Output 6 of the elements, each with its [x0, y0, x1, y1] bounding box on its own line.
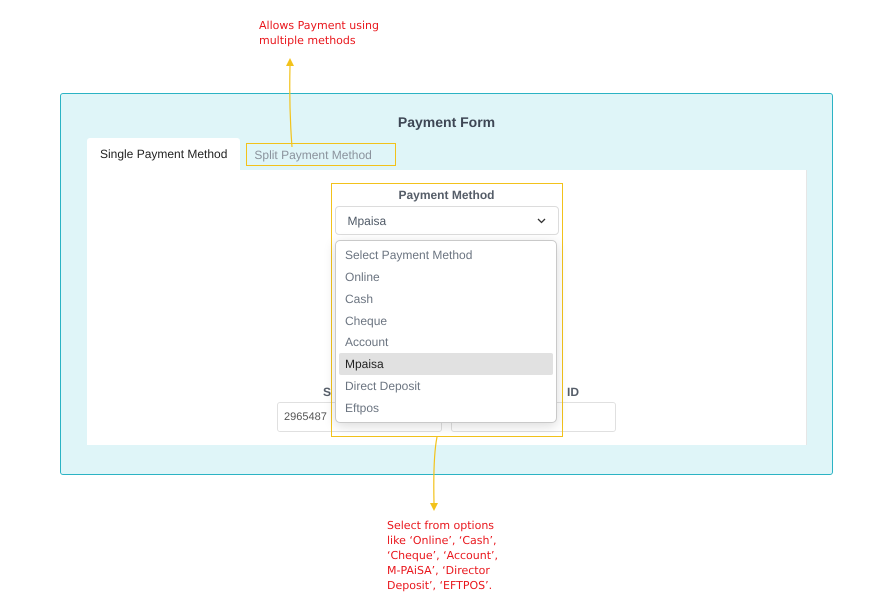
- field-label: Payment Method: [398, 188, 494, 202]
- annotation-text: Select from options like ‘Online’, ‘Cash’, ‘Cheque’, ‘Account’, M-PAiSA’, ‘Director Deposit’, ‘EFTPOS’.: [387, 518, 499, 593]
- annotation-text: Allows Payment using multiple methods: [259, 18, 380, 48]
- field-label: ID: [567, 385, 579, 400]
- field-label: S: [323, 385, 332, 400]
- form-title: Payment Form: [396, 114, 496, 130]
